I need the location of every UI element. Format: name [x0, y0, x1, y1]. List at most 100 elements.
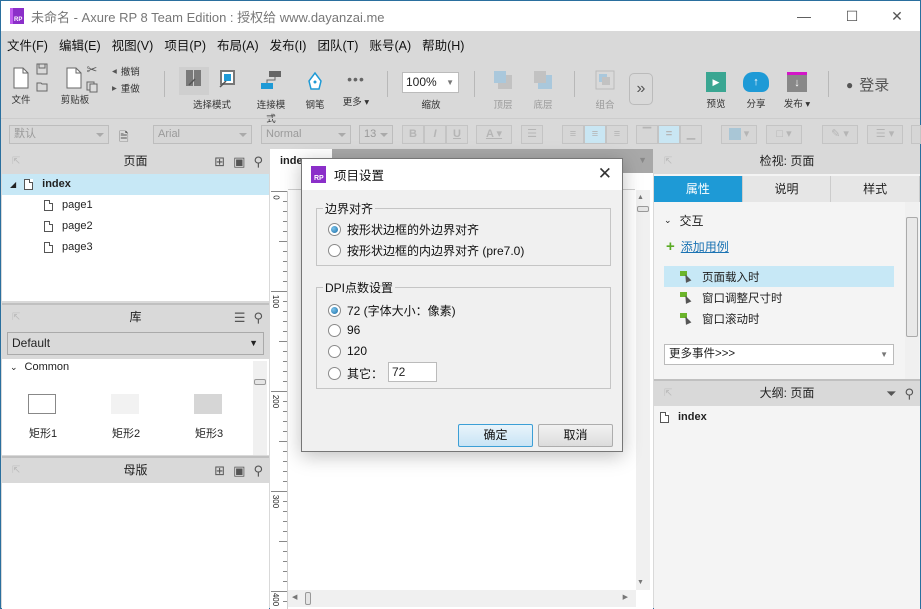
line-width-button[interactable]: ☰ ▾ — [867, 125, 903, 144]
italic-button[interactable]: I — [424, 125, 446, 144]
pin-icon[interactable]: ⇱ — [664, 381, 672, 406]
filter-icon[interactable]: ⏷ — [886, 381, 896, 406]
menu-account[interactable]: 账号(A) — [369, 35, 411, 54]
interactions-section-header[interactable]: ⌄ 交互 — [664, 212, 704, 229]
tab-notes[interactable]: 说明 — [742, 176, 832, 202]
menu-arrange[interactable]: 布局(A) — [217, 35, 259, 54]
more-events-select[interactable]: 更多事件>>> ▼ — [664, 344, 894, 365]
search-icon[interactable]: ⚲ — [253, 149, 263, 174]
canvas-vertical-scrollbar[interactable]: ▲ ▼ — [636, 190, 650, 590]
ok-button[interactable]: 确定 — [458, 424, 533, 447]
search-icon[interactable]: ⚲ — [253, 458, 263, 483]
group-button[interactable]: 组合 — [591, 69, 619, 111]
publish-button[interactable]: ↓ 发布 ▾ — [781, 72, 813, 110]
cut-button[interactable]: ✂ — [85, 62, 99, 78]
line-style-button[interactable] — [911, 125, 921, 144]
search-icon[interactable]: ⚲ — [253, 305, 263, 330]
page-tree-item-root[interactable]: ◢ index — [2, 174, 269, 195]
preview-button[interactable]: ▶ 预览 — [701, 72, 731, 110]
add-case-link[interactable]: + 添加用例 — [666, 238, 729, 255]
collapse-triangle-icon[interactable]: ◢ — [10, 174, 16, 195]
select-contain-button[interactable] — [215, 69, 239, 92]
widget-rectangle-3[interactable] — [194, 394, 222, 414]
tab-style[interactable]: 样式 — [831, 176, 921, 202]
event-window-resize[interactable]: 窗口调整尺寸时 — [664, 287, 894, 308]
tab-menu-chevron-icon[interactable]: ▼ — [638, 155, 647, 165]
save-button[interactable] — [35, 63, 49, 78]
event-page-load[interactable]: 页面载入时 — [664, 266, 894, 287]
toolbar-overflow-button[interactable]: » — [629, 73, 653, 105]
radio-outer-boundary[interactable]: 按形状边框的外边界对齐 — [328, 221, 479, 238]
minimize-button[interactable]: — — [781, 1, 827, 31]
maximize-button[interactable]: ☐ — [829, 1, 875, 31]
bullet-list-button[interactable]: ☰ — [521, 125, 543, 144]
menu-view[interactable]: 视图(V) — [112, 35, 154, 54]
bold-button[interactable]: B — [402, 125, 424, 144]
select-intersect-button[interactable] — [179, 67, 209, 95]
radio-dpi-72[interactable]: 72 (字体大小：像素) — [328, 302, 456, 319]
menu-icon[interactable]: ☰ — [234, 305, 246, 330]
outline-item[interactable]: index — [660, 407, 707, 428]
scroll-down-icon[interactable]: ▼ — [637, 579, 644, 586]
format-painter-icon[interactable]: 🗎 — [119, 128, 129, 149]
open-button[interactable] — [35, 81, 49, 95]
library-scrollbar[interactable] — [253, 361, 267, 455]
page-tree-item[interactable]: page2 — [44, 216, 93, 237]
inspector-scrollbar[interactable] — [905, 202, 919, 380]
pin-icon[interactable]: ⇱ — [12, 305, 20, 330]
library-select[interactable]: Default ▼ — [2, 330, 269, 359]
align-right-button[interactable]: ≡ — [606, 125, 628, 144]
scroll-right-icon[interactable]: ▶ — [623, 593, 628, 601]
align-top-button[interactable]: ▔ — [636, 125, 658, 144]
login-button[interactable]: ● 登录 — [846, 74, 889, 95]
align-center-button[interactable]: ≡ — [584, 125, 606, 144]
radio-inner-boundary[interactable]: 按形状边框的内边界对齐 (pre7.0) — [328, 242, 524, 259]
style-select[interactable]: 默认 — [9, 125, 109, 144]
connect-mode-button[interactable]: 连接模式 — [253, 69, 289, 125]
page-tree-item[interactable]: page3 — [44, 237, 93, 258]
bring-to-front-button[interactable]: 顶层 — [489, 69, 517, 111]
widget-rectangle-1[interactable] — [28, 394, 56, 414]
font-color-button[interactable]: A ▾ — [476, 125, 512, 144]
pin-icon[interactable]: ⇱ — [12, 149, 20, 174]
pin-icon[interactable]: ⇱ — [12, 458, 20, 483]
event-window-scroll[interactable]: 窗口滚动时 — [664, 308, 894, 329]
add-master-icon[interactable]: ⊞ — [214, 458, 225, 483]
align-middle-button[interactable]: = — [658, 125, 680, 144]
menu-edit[interactable]: 编辑(E) — [59, 35, 101, 54]
font-family-select[interactable]: Arial — [153, 125, 252, 144]
line-color-button[interactable]: ✎ ▾ — [822, 125, 858, 144]
scroll-up-icon[interactable]: ▲ — [637, 194, 644, 201]
font-size-select[interactable]: 13 — [359, 125, 393, 144]
canvas-horizontal-scrollbar[interactable]: ◀ ▶ — [288, 590, 636, 607]
align-bottom-button[interactable]: ▁ — [680, 125, 702, 144]
tab-properties[interactable]: 属性 — [654, 176, 743, 202]
menu-help[interactable]: 帮助(H) — [422, 35, 464, 54]
more-button[interactable]: ••• 更多 ▾ — [339, 71, 373, 108]
send-to-back-button[interactable]: 底层 — [529, 69, 557, 111]
underline-button[interactable]: U — [446, 125, 468, 144]
cancel-button[interactable]: 取消 — [538, 424, 613, 447]
radio-dpi-other[interactable]: 其它： — [328, 365, 383, 382]
menu-project[interactable]: 项目(P) — [164, 35, 206, 54]
new-file-button[interactable]: 文件 — [9, 67, 33, 106]
radio-dpi-120[interactable]: 120 — [328, 344, 367, 358]
pin-icon[interactable]: ⇱ — [664, 149, 672, 174]
pen-button[interactable]: 钢笔 — [303, 69, 327, 111]
menu-team[interactable]: 团队(T) — [317, 35, 358, 54]
dialog-close-icon[interactable]: ✕ — [598, 164, 612, 184]
close-button[interactable]: ✕ — [874, 1, 920, 31]
search-icon[interactable]: ⚲ — [904, 381, 914, 406]
add-page-icon[interactable]: ⊞ — [214, 149, 225, 174]
radio-dpi-96[interactable]: 96 — [328, 323, 360, 337]
menu-file[interactable]: 文件(F) — [7, 35, 48, 54]
widget-rectangle-2[interactable] — [111, 394, 139, 414]
shadow-button[interactable]: □ ▾ — [766, 125, 802, 144]
dpi-other-input[interactable]: 72 — [388, 362, 437, 382]
copy-button[interactable] — [85, 81, 99, 96]
add-folder-icon[interactable]: ▣ — [233, 149, 245, 174]
undo-button[interactable]: ◂ 撤销 — [112, 64, 140, 79]
font-weight-select[interactable]: Normal — [261, 125, 351, 144]
library-section-header[interactable]: ⌄ Common — [10, 361, 69, 373]
share-button[interactable]: ↑ 分享 — [741, 72, 771, 110]
